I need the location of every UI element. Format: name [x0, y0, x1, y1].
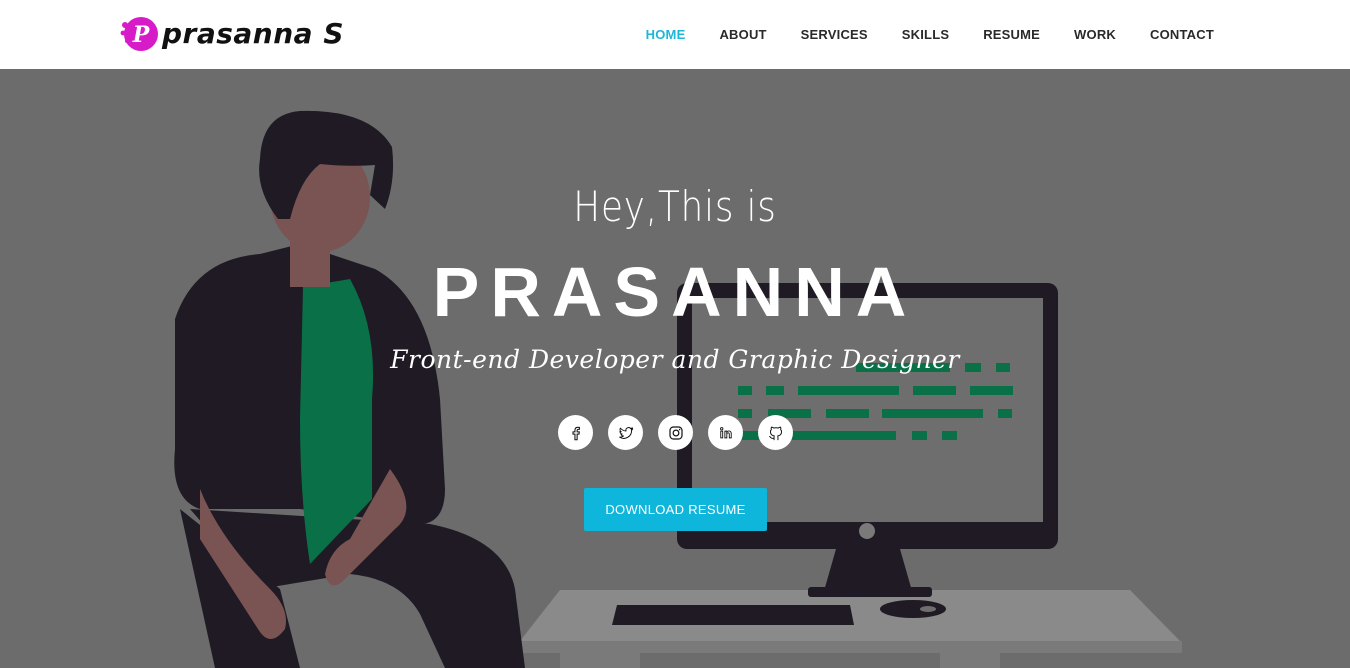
hero-role: Front-end Developer and Graphic Designer [390, 345, 960, 374]
logo-text: prasanna S [162, 16, 344, 50]
facebook-link[interactable] [558, 415, 593, 450]
hero-name: PRASANNA [432, 253, 918, 331]
hero-section: Hey,This is PRASANNA Front-end Developer… [0, 69, 1350, 668]
desk-illustration [510, 590, 1182, 668]
main-nav: HOME ABOUT SERVICES SKILLS RESUME WORK C… [612, 0, 1214, 69]
nav-work[interactable]: WORK [1074, 27, 1116, 42]
nav-skills[interactable]: SKILLS [902, 27, 949, 42]
download-resume-button[interactable]: DOWNLOAD RESUME [584, 488, 767, 531]
nav-resume[interactable]: RESUME [983, 27, 1040, 42]
nav-about[interactable]: ABOUT [719, 27, 766, 42]
logo-letter: P [132, 22, 151, 48]
logo-mark-icon: P [119, 13, 159, 53]
github-link[interactable] [758, 415, 793, 450]
facebook-icon [571, 426, 580, 440]
nav-services[interactable]: SERVICES [801, 27, 868, 42]
hero-greeting: Hey,This is [573, 182, 777, 231]
github-icon [768, 426, 782, 440]
nav-contact[interactable]: CONTACT [1150, 27, 1214, 42]
twitter-icon [618, 426, 633, 439]
twitter-link[interactable] [608, 415, 643, 450]
site-logo[interactable]: P prasanna S [119, 13, 344, 53]
linkedin-link[interactable] [708, 415, 743, 450]
linkedin-icon [719, 426, 732, 438]
instagram-icon [668, 425, 683, 440]
instagram-link[interactable] [658, 415, 693, 450]
social-links [558, 415, 793, 450]
site-header: P prasanna S HOME ABOUT SERVICES SKILLS … [0, 0, 1350, 69]
nav-home[interactable]: HOME [646, 27, 686, 42]
